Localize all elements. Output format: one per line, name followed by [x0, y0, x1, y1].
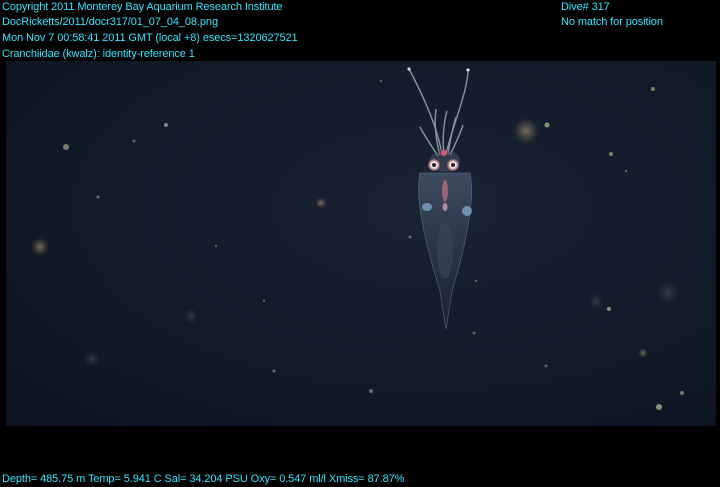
- copyright-label: Copyright 2011 Monterey Bay Aquarium Res…: [2, 1, 283, 13]
- sensor-readout-label: Depth= 485.75 m Temp= 5.941 C Sal= 34.20…: [2, 473, 405, 485]
- annotation-label: Cranchiidae (kwalz): identity-reference …: [2, 48, 195, 60]
- file-path-label: DocRicketts/2011/docr317/01_07_04_08.png: [2, 16, 218, 28]
- dive-number-label: Dive# 317: [561, 1, 610, 13]
- timestamp-label: Mon Nov 7 00:58:41 2011 GMT (local +8) e…: [2, 32, 298, 44]
- position-status-label: No match for position: [561, 16, 663, 28]
- marine-snow: [30, 79, 684, 410]
- deep-sea-scene: [30, 67, 684, 410]
- underwater-video-frame: [6, 61, 716, 426]
- squid-specimen: [407, 67, 472, 330]
